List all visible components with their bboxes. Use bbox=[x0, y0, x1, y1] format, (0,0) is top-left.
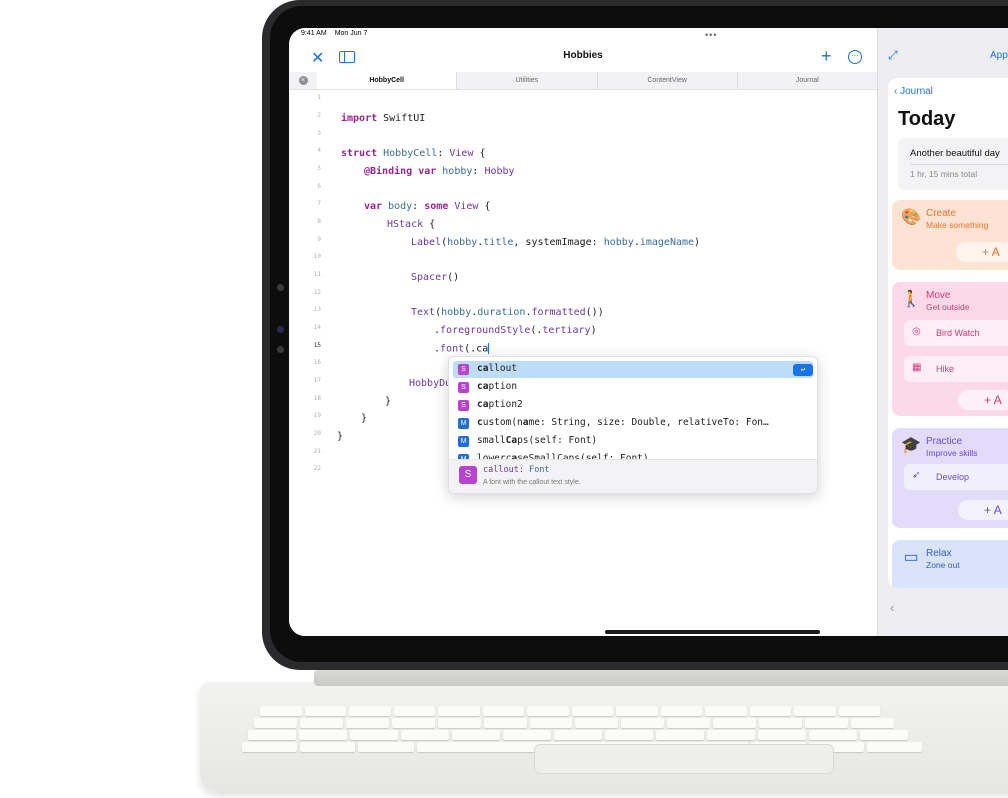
tab-contentview[interactable]: ContentView bbox=[596, 72, 737, 89]
status-bar: 9:41 AM Mon Jun 7 bbox=[301, 30, 375, 37]
side-sensor bbox=[277, 346, 284, 353]
code-line: 11 Spacer() bbox=[313, 270, 460, 284]
ipad-with-keyboard-scene: 9:41 AM Mon Jun 7 ••• ✕ Hobbies + ··· × H… bbox=[0, 0, 1008, 798]
keyboard-hinge bbox=[314, 670, 1008, 686]
return-key-icon: ↩ bbox=[793, 364, 813, 376]
add-activity-button[interactable]: + A bbox=[956, 242, 1008, 262]
back-button[interactable]: ‹ Journal bbox=[894, 86, 933, 97]
code-line: 4 struct HobbyCell: View { bbox=[317, 146, 486, 160]
key-row bbox=[248, 730, 908, 740]
add-activity-button[interactable]: + A bbox=[958, 390, 1008, 410]
category-practice[interactable]: 🎓 Practice Improve skills ➶ Develop + A bbox=[892, 428, 1008, 528]
code-line: 10 bbox=[313, 252, 321, 260]
tab-close-button[interactable]: × bbox=[289, 72, 317, 89]
chevron-left-icon[interactable]: ‹ bbox=[890, 600, 894, 615]
editor-toolbar: ✕ Hobbies + ··· bbox=[289, 44, 877, 72]
close-circle-icon: × bbox=[298, 76, 308, 85]
side-sensor bbox=[277, 284, 284, 291]
activity-hike[interactable]: ▦ Hike bbox=[904, 356, 1008, 382]
completion-item-caption[interactable]: S caption bbox=[453, 379, 813, 396]
code-line: 8 HStack { bbox=[317, 217, 436, 231]
display-icon: ▭ bbox=[903, 549, 919, 566]
static-member-badge: S bbox=[458, 382, 469, 393]
autocomplete-popup: S callout ↩ S caption S caption2 M custo… bbox=[448, 356, 818, 494]
completion-signature: callout: Font bbox=[483, 465, 550, 475]
code-line: 14 .foregroundStyle(.tertiary) bbox=[313, 323, 597, 337]
code-line: 9 Label(hobby.title, systemImage: hobby.i… bbox=[317, 235, 701, 249]
status-time: 9:41 AM bbox=[301, 30, 327, 37]
magic-keyboard bbox=[200, 670, 1008, 792]
add-activity-button[interactable]: + A bbox=[958, 500, 1008, 520]
static-member-badge: S bbox=[459, 466, 477, 484]
code-line: 6 bbox=[317, 182, 321, 190]
completion-description: A font with the callout text style. bbox=[483, 479, 581, 486]
status-date: Mon Jun 7 bbox=[334, 30, 368, 37]
static-member-badge: S bbox=[458, 364, 469, 375]
completion-detail: S callout: Font A font with the callout … bbox=[449, 459, 817, 493]
graduation-cap-icon: 🎓 bbox=[901, 437, 921, 454]
map-icon: ▦ bbox=[912, 362, 922, 373]
multitasking-dots-icon[interactable]: ••• bbox=[705, 30, 717, 40]
trackpad bbox=[534, 744, 834, 774]
completion-item-caption2[interactable]: S caption2 bbox=[453, 397, 813, 414]
page-title: Today bbox=[898, 108, 956, 130]
swift-icon: ➶ bbox=[912, 470, 921, 481]
side-app-panel: ⤢ App ‹ Journal Today Another beautiful … bbox=[877, 28, 1008, 636]
home-indicator bbox=[605, 630, 820, 634]
tab-journal[interactable]: Journal bbox=[736, 72, 877, 89]
method-badge: M bbox=[458, 436, 469, 447]
ipad-screen: 9:41 AM Mon Jun 7 ••• ✕ Hobbies + ··· × H… bbox=[289, 28, 1008, 636]
tab-utilities[interactable]: Utilities bbox=[456, 72, 596, 89]
plus-icon[interactable]: + bbox=[821, 46, 832, 67]
summary-duration: 1 hr, 15 mins total bbox=[910, 169, 978, 179]
expand-icon[interactable]: ⤢ bbox=[888, 48, 898, 63]
window-title: Hobbies bbox=[563, 50, 603, 61]
summary-title: Another beautiful day bbox=[910, 148, 1000, 159]
code-line: 13 Text(hobby.duration.formatted()) bbox=[313, 305, 604, 319]
binoculars-icon: ◎ bbox=[912, 326, 921, 337]
code-line: 1 bbox=[317, 93, 321, 101]
completion-item-smallcaps[interactable]: M smallCaps(self: Font) bbox=[453, 433, 813, 450]
category-create[interactable]: 🎨 Create Make something + A bbox=[892, 200, 1008, 270]
completion-item-custom[interactable]: M custom(name: String, size: Double, rel… bbox=[453, 415, 813, 432]
static-member-badge: S bbox=[458, 400, 469, 411]
activity-bird-watch[interactable]: ◎ Bird Watch bbox=[904, 320, 1008, 346]
category-move[interactable]: 🚶 Move Get outside ◎ Bird Watch ▦ Hike + A bbox=[892, 282, 1008, 416]
category-relax[interactable]: ▭ Relax Zone out bbox=[892, 540, 1008, 588]
code-line: 12 bbox=[313, 288, 321, 296]
file-tabs: × HobbyCell Utilities ContentView Journa… bbox=[289, 72, 877, 90]
activity-develop[interactable]: ➶ Develop bbox=[904, 464, 1008, 490]
app-link[interactable]: App bbox=[990, 50, 1008, 61]
code-line: 2 import SwiftUI bbox=[317, 111, 426, 125]
tab-hobbycell[interactable]: HobbyCell bbox=[317, 72, 457, 89]
camera-icon bbox=[277, 326, 284, 333]
more-icon[interactable]: ··· bbox=[848, 50, 862, 64]
code-line: 5 @Binding var hobby: Hobby bbox=[317, 164, 515, 178]
day-summary[interactable]: Another beautiful day 1 hr, 15 mins tota… bbox=[898, 138, 1008, 190]
palette-icon: 🎨 bbox=[901, 209, 921, 226]
walking-icon: 🚶 bbox=[901, 291, 921, 308]
method-badge: M bbox=[458, 418, 469, 429]
key-row bbox=[254, 718, 894, 728]
code-line: 3 bbox=[317, 129, 321, 137]
key-row bbox=[260, 706, 880, 716]
completion-item-callout[interactable]: S callout ↩ bbox=[453, 361, 813, 378]
text-caret bbox=[488, 343, 490, 354]
code-line: 7 var body: some View { bbox=[317, 199, 491, 213]
journal-card: ‹ Journal Today Another beautiful day 1 … bbox=[888, 78, 1008, 588]
